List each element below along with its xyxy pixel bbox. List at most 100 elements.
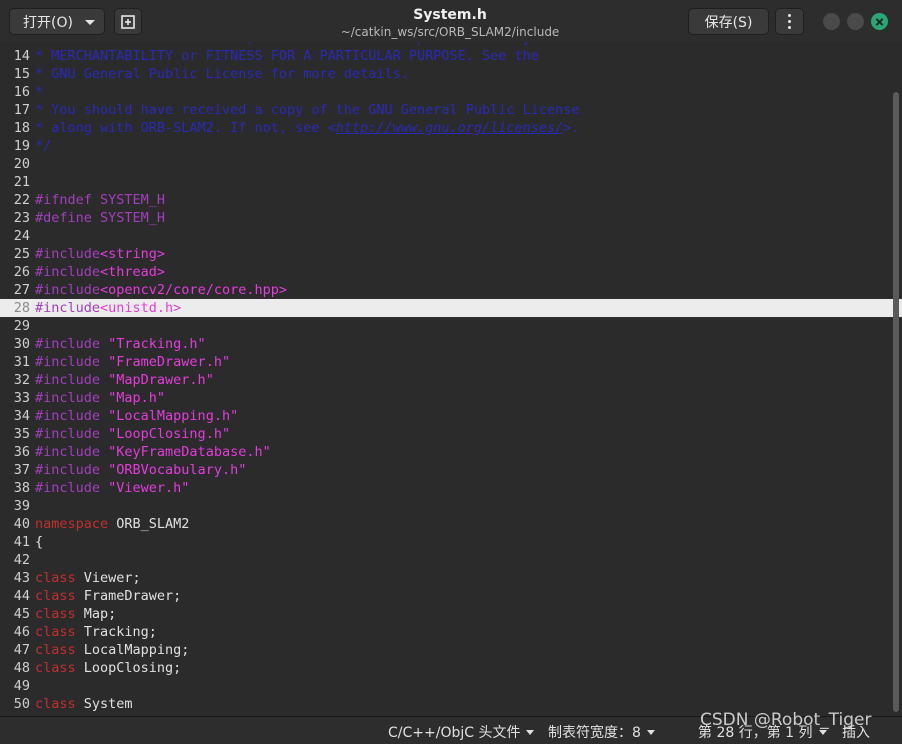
code-line[interactable]: 42 xyxy=(0,551,902,569)
code-line[interactable]: 47 class LocalMapping; xyxy=(0,641,902,659)
code-line[interactable]: 39 xyxy=(0,497,902,515)
line-number: 20 xyxy=(13,156,30,172)
line-number: 22 xyxy=(13,192,30,208)
chevron-down-icon xyxy=(85,20,95,25)
line-text: #include<string> xyxy=(35,246,166,262)
save-button-label: 保存(S) xyxy=(704,14,753,31)
line-number: 48 xyxy=(13,660,30,676)
line-text: #include<thread> xyxy=(35,264,166,280)
code-line[interactable]: 18 * along with ORB-SLAM2. If not, see <h… xyxy=(0,119,902,137)
code-line[interactable]: 15 * GNU General Public License for more … xyxy=(0,65,902,83)
line-text: namespace ORB_SLAM2 xyxy=(35,516,190,532)
line-text: * xyxy=(35,84,44,100)
line-number: 25 xyxy=(13,246,30,262)
line-text: #include "Tracking.h" xyxy=(35,336,206,352)
tab-width-selector[interactable]: 制表符宽度：8 xyxy=(548,722,655,742)
code-line[interactable]: 36 #include "KeyFrameDatabase.h" xyxy=(0,443,902,461)
code-line[interactable]: 19 */ xyxy=(0,137,902,155)
code-line[interactable]: 14 * MERCHANTABILITY or FITNESS FOR A PAR… xyxy=(0,47,902,65)
line-text: * along with ORB-SLAM2. If not, see <htt… xyxy=(35,120,580,136)
code-line[interactable]: 37 #include "ORBVocabulary.h" xyxy=(0,461,902,479)
line-number: 45 xyxy=(13,606,30,622)
line-text: #include<unistd.h> xyxy=(35,300,182,316)
code-line[interactable]: 17 * You should have received a copy of t… xyxy=(0,101,902,119)
file-path: ~/catkin_ws/src/ORB_SLAM2/include xyxy=(340,25,560,39)
line-number: 26 xyxy=(13,264,30,280)
code-line[interactable]: 40 namespace ORB_SLAM2 xyxy=(0,515,902,533)
code-line[interactable]: 38 #include "Viewer.h" xyxy=(0,479,902,497)
line-text: #include "MapDrawer.h" xyxy=(35,372,214,388)
header-bar: 打开(O) System.h ~/catkin_ws/src/ORB_SLAM2… xyxy=(0,0,902,43)
code-line[interactable]: 35 #include "LoopClosing.h" xyxy=(0,425,902,443)
window-title: System.h ~/catkin_ws/src/ORB_SLAM2/inclu… xyxy=(250,6,650,40)
code-line[interactable]: 21 xyxy=(0,173,902,191)
line-number: 37 xyxy=(13,462,30,478)
close-button[interactable] xyxy=(871,13,888,30)
license-link[interactable]: http://www.gnu.org/licenses/ xyxy=(336,120,564,136)
minimize-button[interactable] xyxy=(823,13,840,30)
line-text: class Map; xyxy=(35,606,117,622)
line-number: 31 xyxy=(13,354,30,370)
file-title: System.h xyxy=(413,7,487,23)
line-number: 47 xyxy=(13,642,30,658)
line-text: class Tracking; xyxy=(35,624,157,640)
code-line[interactable]: 41 { xyxy=(0,533,902,551)
line-text: #include "LoopClosing.h" xyxy=(35,426,231,442)
maximize-button[interactable] xyxy=(847,13,864,30)
code-line[interactable]: 22 #ifndef SYSTEM_H xyxy=(0,191,902,209)
line-number: 49 xyxy=(13,678,30,694)
code-line[interactable]: 23 #define SYSTEM_H xyxy=(0,209,902,227)
line-number: 19 xyxy=(13,138,30,154)
open-button[interactable]: 打开(O) xyxy=(9,8,105,35)
code-line[interactable]: 28 #include<unistd.h> xyxy=(0,299,902,317)
code-line[interactable]: 25 #include<string> xyxy=(0,245,902,263)
language-selector[interactable]: C/C++/ObjC 头文件 xyxy=(388,722,535,742)
line-text: { xyxy=(35,534,44,550)
code-line[interactable]: 16 * xyxy=(0,83,902,101)
code-line[interactable]: 34 #include "LocalMapping.h" xyxy=(0,407,902,425)
code-line[interactable]: 33 #include "Map.h" xyxy=(0,389,902,407)
tab-width-label: 制表符宽度：8 xyxy=(548,725,641,741)
line-number: 18 xyxy=(13,120,30,136)
code-line[interactable]: 29 xyxy=(0,317,902,335)
code-line[interactable]: 43 class Viewer; xyxy=(0,569,902,587)
watermark: CSDN @Robot_Tiger xyxy=(700,710,872,730)
code-line[interactable]: 45 class Map; xyxy=(0,605,902,623)
code-line[interactable]: 24 xyxy=(0,227,902,245)
line-number: 29 xyxy=(13,318,30,334)
code-line[interactable]: 44 class FrameDrawer; xyxy=(0,587,902,605)
line-number: 30 xyxy=(13,336,30,352)
line-text: #define SYSTEM_H xyxy=(35,210,166,226)
chevron-down-icon xyxy=(818,729,827,735)
kebab-menu-icon-dot xyxy=(788,20,791,23)
code-line[interactable]: 27 #include<opencv2/core/core.hpp> xyxy=(0,281,902,299)
line-number: 43 xyxy=(13,570,30,586)
code-line[interactable]: 32 #include "MapDrawer.h" xyxy=(0,371,902,389)
kebab-menu-icon-dot xyxy=(788,26,791,29)
line-text: #include "LocalMapping.h" xyxy=(35,408,239,424)
code-line[interactable]: 26 #include<thread> xyxy=(0,263,902,281)
kebab-menu-icon xyxy=(788,14,791,17)
code-line[interactable]: 48 class LoopClosing; xyxy=(0,659,902,677)
code-line[interactable]: 30 #include "Tracking.h" xyxy=(0,335,902,353)
code-line[interactable]: 49 xyxy=(0,677,902,695)
line-number: 44 xyxy=(13,588,30,604)
line-number: 40 xyxy=(13,516,30,532)
line-text: * MERCHANTABILITY or FITNESS FOR A PARTI… xyxy=(35,48,539,64)
menu-button[interactable] xyxy=(775,8,804,35)
line-text: class LocalMapping; xyxy=(35,642,190,658)
line-text: #include "FrameDrawer.h" xyxy=(35,354,231,370)
line-text: #ifndef SYSTEM_H xyxy=(35,192,166,208)
code-line[interactable]: 46 class Tracking; xyxy=(0,623,902,641)
vertical-scrollbar[interactable] xyxy=(893,92,899,712)
line-text: class LoopClosing; xyxy=(35,660,182,676)
line-number: 46 xyxy=(13,624,30,640)
code-line[interactable]: 20 xyxy=(0,155,902,173)
code-editor[interactable]: 13* but WITHOUT ANY WARRANTY; without ev… xyxy=(0,42,902,716)
new-document-button[interactable] xyxy=(114,8,142,35)
chevron-down-icon xyxy=(526,729,535,735)
save-button[interactable]: 保存(S) xyxy=(688,8,769,35)
line-number: 38 xyxy=(13,480,30,496)
code-line[interactable]: 31 #include "FrameDrawer.h" xyxy=(0,353,902,371)
line-text: #include "Map.h" xyxy=(35,390,166,406)
